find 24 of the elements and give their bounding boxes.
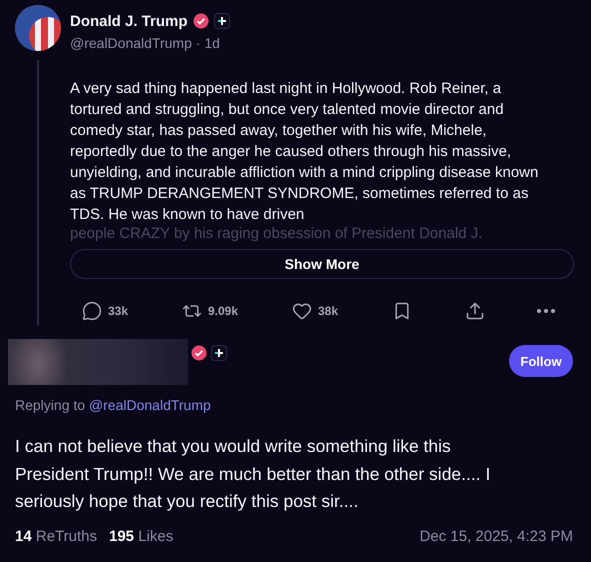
comment-icon: [82, 301, 102, 321]
reply-text: I can not believe that you would write something like this President Trump!! We are much better than the other side.... I seriously hope that you rectify this post sir....: [15, 435, 492, 513]
more-icon: [537, 309, 555, 313]
follow-button[interactable]: Follow: [509, 345, 573, 377]
retruths-count[interactable]: 14 ReTruths: [15, 528, 97, 544]
plus-icon: [211, 345, 227, 361]
verified-icon: [191, 345, 207, 361]
faded-post-text: people CRAZY by his raging obsession of President Donald J.: [70, 225, 484, 243]
likes-count[interactable]: 195 Likes: [109, 528, 174, 544]
heart-icon: [292, 301, 312, 321]
post-text: A very sad thing happened last night in Hollywood. Rob Reiner, a tortured and struggling, but once very talented movie director and comedy star, has passed away, together with his wife, Michele, reportedly due to the anger he caused others through his massive, unyielding, and incurable affliction with a mind crippling disease known as TRUMP DERANGEMENT SYNDROME, sometimes referred to as TDS. He was known to have driven: [70, 79, 540, 225]
author-name[interactable]: Donald J. Trump: [70, 12, 188, 30]
replying-to-text: Replying to @realDonaldTrump: [15, 397, 212, 413]
avatar[interactable]: [14, 5, 60, 51]
show-more-button[interactable]: Show More: [70, 249, 574, 279]
reply-button[interactable]: 33k: [82, 301, 182, 321]
share-icon: [465, 301, 485, 321]
retruth-button[interactable]: 9.09k: [182, 301, 292, 321]
handle-link[interactable]: @realDonaldTrump: [88, 397, 211, 413]
reply-date: Dec 15, 2025, 4:23 PM: [420, 528, 573, 544]
plus-icon: [214, 13, 230, 29]
like-button[interactable]: 38k: [292, 301, 392, 321]
verified-icon: [192, 13, 209, 29]
author-handle: @realDonaldTrump · 1d: [70, 35, 221, 51]
